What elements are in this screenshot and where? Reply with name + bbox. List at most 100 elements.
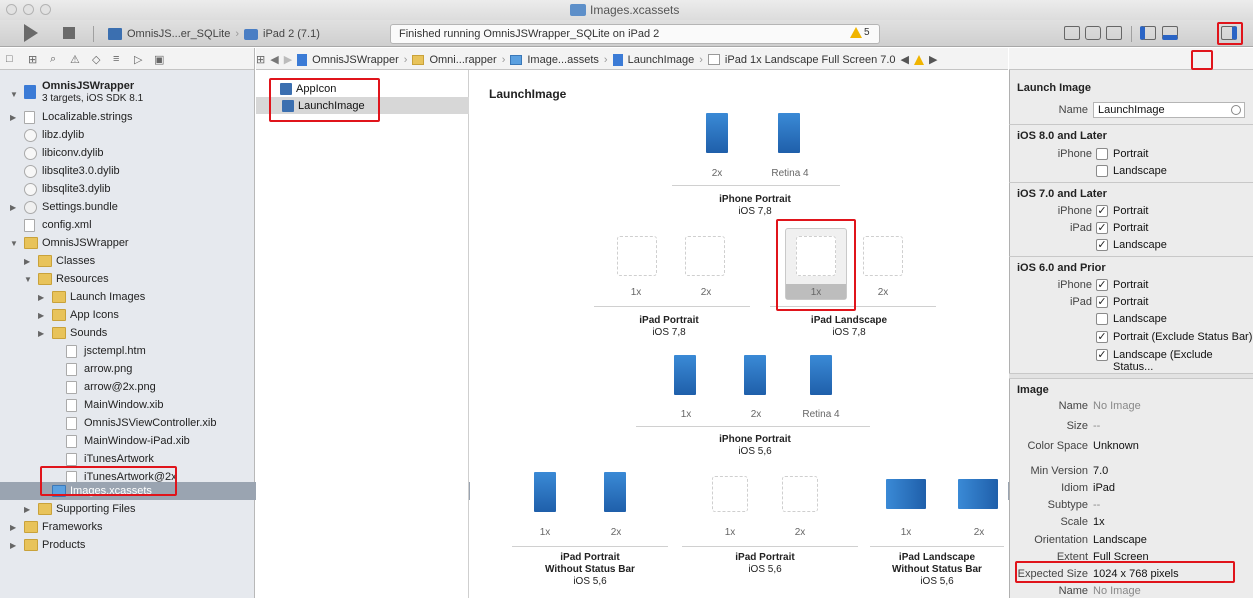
group-label: iPad Portrait iOS 5,6 bbox=[690, 552, 840, 576]
next-issue-icon[interactable]: ▶ bbox=[929, 53, 937, 66]
image-well-filled[interactable] bbox=[604, 472, 626, 512]
attribute-value[interactable]: No Image bbox=[1093, 400, 1141, 412]
iphone-portrait-ios6-checkbox[interactable]: ✓ bbox=[1096, 279, 1108, 291]
checkbox-label: Landscape (Exclude Status... bbox=[1113, 349, 1213, 373]
image-well-empty[interactable] bbox=[685, 236, 725, 276]
back-icon[interactable]: ◀ bbox=[270, 53, 278, 66]
scale-label: 2x bbox=[610, 527, 622, 538]
disclosure-closed-icon[interactable]: ▶ bbox=[38, 311, 44, 320]
image-well-filled[interactable] bbox=[534, 472, 556, 512]
disclosure-closed-icon[interactable]: ▶ bbox=[38, 293, 44, 302]
image-icon bbox=[707, 54, 720, 65]
navigator-item-label: libsqlite3.0.dylib bbox=[42, 165, 120, 177]
test-icon[interactable]: ◇ bbox=[92, 53, 100, 66]
related-items-icon[interactable]: ⊞ bbox=[256, 53, 265, 66]
clear-icon[interactable] bbox=[1231, 105, 1241, 115]
attribute-value: Unknown bbox=[1093, 440, 1139, 452]
symbol-icon[interactable]: ⊞ bbox=[28, 53, 37, 66]
disclosure-closed-icon[interactable]: ▶ bbox=[10, 541, 16, 550]
image-well-filled[interactable] bbox=[958, 479, 998, 509]
navigator-item-label: Settings.bundle bbox=[42, 201, 118, 213]
disclosure-closed-icon[interactable]: ▶ bbox=[24, 257, 30, 266]
image-well-filled[interactable] bbox=[744, 355, 766, 395]
zoom-window-button[interactable] bbox=[40, 4, 51, 15]
inspector-splitter[interactable] bbox=[1009, 373, 1253, 379]
disclosure-closed-icon[interactable]: ▶ bbox=[24, 505, 30, 514]
disclosure-open-icon[interactable]: ▼ bbox=[10, 90, 18, 99]
navigator-item-label: Launch Images bbox=[70, 291, 146, 303]
portrait-exclude-statusbar-checkbox[interactable]: ✓ bbox=[1096, 331, 1108, 343]
folder-icon bbox=[38, 255, 52, 267]
warning-indicator[interactable]: 5 bbox=[850, 27, 870, 38]
version-editor-icon[interactable] bbox=[1106, 26, 1122, 40]
stop-button[interactable] bbox=[63, 27, 75, 39]
attribute-value: iPad bbox=[1093, 482, 1116, 494]
attribute-value[interactable]: No Image bbox=[1093, 585, 1141, 597]
folder-icon bbox=[24, 521, 38, 533]
group-subtitle: iOS 5,6 bbox=[573, 576, 607, 587]
close-window-button[interactable] bbox=[6, 4, 17, 15]
image-well-empty[interactable] bbox=[782, 476, 818, 512]
checkbox-label: Portrait (Exclude Status Bar) bbox=[1113, 331, 1253, 343]
image-well-filled[interactable] bbox=[810, 355, 832, 395]
disclosure-closed-icon[interactable]: ▶ bbox=[10, 203, 16, 212]
checkbox-label: Portrait bbox=[1113, 296, 1149, 308]
standard-editor-icon[interactable] bbox=[1064, 26, 1080, 40]
group-title: iPad Landscape bbox=[898, 552, 976, 563]
minimize-window-button[interactable] bbox=[23, 4, 34, 15]
image-well-empty[interactable] bbox=[712, 476, 748, 512]
log-icon[interactable]: ▣ bbox=[154, 53, 164, 66]
disclosure-open-icon[interactable]: ▼ bbox=[24, 275, 32, 284]
scheme-selector[interactable]: OmnisJS...er_SQLite › iPad 2 (7.1) bbox=[108, 26, 320, 42]
disclosure-open-icon[interactable]: ▼ bbox=[10, 239, 18, 248]
project-icon bbox=[24, 85, 36, 99]
attribute-label: Idiom bbox=[1061, 482, 1088, 494]
ipad-portrait-ios6-checkbox[interactable]: ✓ bbox=[1096, 296, 1108, 308]
ipad-portrait-ios7-checkbox[interactable]: ✓ bbox=[1096, 222, 1108, 234]
field-label: iPhone bbox=[1057, 148, 1092, 160]
forward-icon[interactable]: ▶ bbox=[284, 53, 292, 66]
issue-icon[interactable]: ⚠ bbox=[70, 53, 80, 66]
ipad-landscape-ios6-checkbox[interactable] bbox=[1096, 313, 1108, 325]
search-icon[interactable]: ⌕ bbox=[50, 53, 56, 66]
image-well-empty[interactable] bbox=[617, 236, 657, 276]
group-title: iPhone Portrait bbox=[719, 194, 791, 205]
group-label: iPad Portrait Without Status Bar iOS 5,6 bbox=[515, 552, 665, 588]
breakpoint-icon[interactable]: ▷ bbox=[134, 53, 142, 66]
xcode-window: Images.xcassets OmnisJS...er_SQLite › iP… bbox=[0, 0, 1253, 598]
debug-icon[interactable]: ≡ bbox=[113, 53, 119, 65]
folder-icon[interactable]: □ bbox=[6, 53, 13, 65]
disclosure-closed-icon[interactable]: ▶ bbox=[10, 523, 16, 532]
debug-toggle-icon[interactable] bbox=[1162, 26, 1178, 40]
breadcrumb-item[interactable]: LaunchImage bbox=[628, 54, 695, 66]
attribute-value: 7.0 bbox=[1093, 465, 1109, 477]
breadcrumb-item[interactable]: iPad 1x Landscape Full Screen 7.0 bbox=[725, 54, 896, 66]
image-well-filled[interactable] bbox=[886, 479, 926, 509]
breadcrumb-item[interactable]: Omni...rapper bbox=[429, 54, 496, 66]
folder-icon bbox=[24, 539, 38, 551]
attribute-label: Subtype bbox=[1047, 499, 1088, 511]
image-well-filled[interactable] bbox=[778, 113, 800, 153]
image-well-filled[interactable] bbox=[674, 355, 696, 395]
image-well-empty[interactable] bbox=[863, 236, 903, 276]
run-button[interactable] bbox=[24, 24, 38, 42]
image-well-filled[interactable] bbox=[706, 113, 728, 153]
breadcrumb-item[interactable]: OmnisJSWrapper bbox=[312, 54, 399, 66]
disclosure-closed-icon[interactable]: ▶ bbox=[10, 113, 16, 122]
warning-icon[interactable] bbox=[914, 54, 924, 65]
iphone-portrait-ios7-checkbox[interactable]: ✓ bbox=[1096, 205, 1108, 217]
annotation-box bbox=[1191, 50, 1213, 70]
attribute-label: Min Version bbox=[1030, 465, 1088, 477]
disclosure-closed-icon[interactable]: ▶ bbox=[38, 329, 44, 338]
navigator-toggle-icon[interactable] bbox=[1140, 26, 1156, 40]
previous-issue-icon[interactable]: ◀ bbox=[901, 53, 909, 66]
name-field[interactable]: LaunchImage bbox=[1093, 102, 1245, 118]
group-label: iPhone Portrait iOS 7,8 bbox=[680, 194, 830, 218]
assistant-editor-icon[interactable] bbox=[1085, 26, 1101, 40]
landscape-exclude-statusbar-checkbox[interactable]: ✓ bbox=[1096, 349, 1108, 361]
section-title: Launch Image bbox=[1017, 82, 1091, 94]
ipad-landscape-ios7-checkbox[interactable]: ✓ bbox=[1096, 239, 1108, 251]
breadcrumb-item[interactable]: Image...assets bbox=[527, 54, 599, 66]
iphone-landscape-ios8-checkbox[interactable] bbox=[1096, 165, 1108, 177]
iphone-portrait-ios8-checkbox[interactable] bbox=[1096, 148, 1108, 160]
